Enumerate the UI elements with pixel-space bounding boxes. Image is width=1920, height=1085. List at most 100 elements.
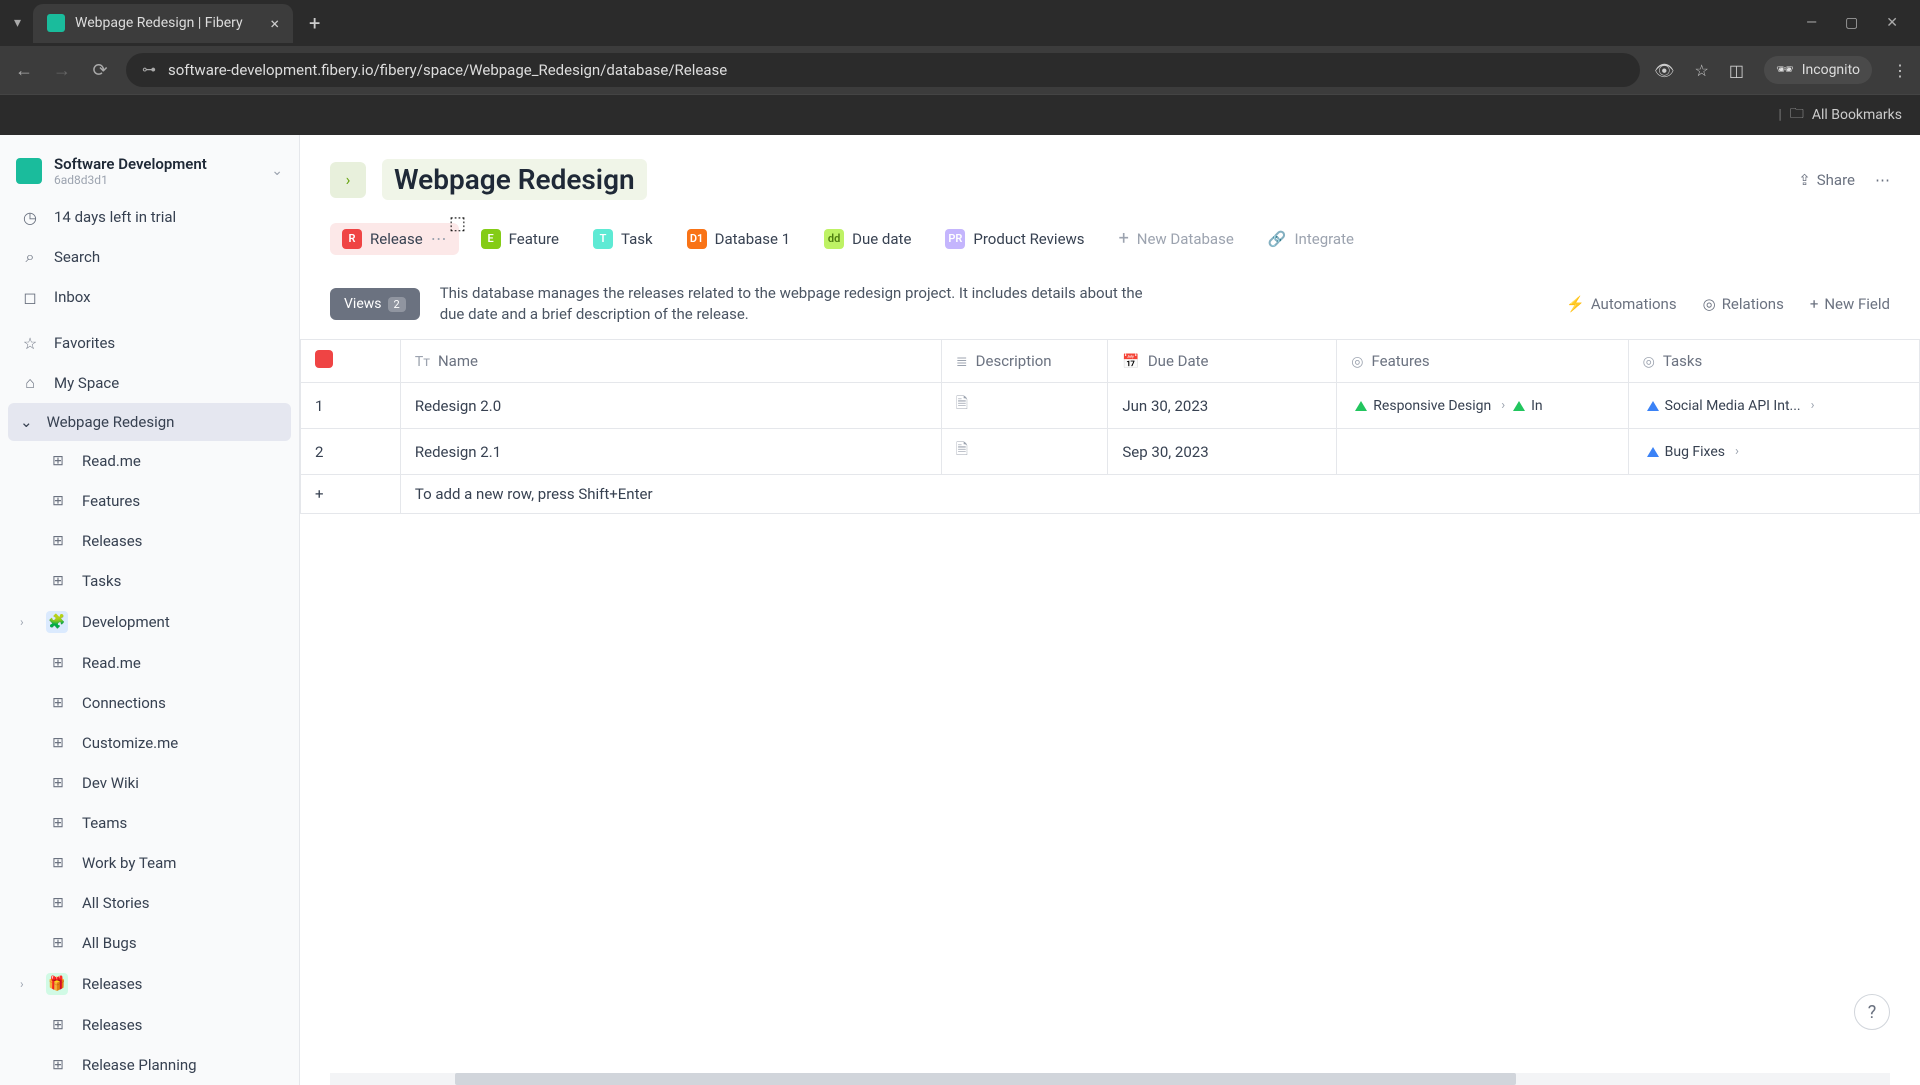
sidebar-item[interactable]: ⊞Read.me bbox=[0, 643, 299, 683]
integrate-button[interactable]: 🔗Integrate bbox=[1256, 224, 1366, 254]
task-tag[interactable]: Bug Fixes› bbox=[1643, 442, 1743, 462]
col-tasks-header[interactable]: ◎Tasks bbox=[1628, 340, 1919, 383]
table-row[interactable]: 1Redesign 2.0🗎Jun 30, 2023Responsive Des… bbox=[301, 383, 1920, 429]
side-panel-icon[interactable]: ◫ bbox=[1729, 61, 1744, 80]
sidebar-item-my-space[interactable]: ⌂ My Space bbox=[0, 363, 299, 403]
chevron-icon[interactable]: ⌄ bbox=[20, 413, 33, 431]
cell-name[interactable]: Redesign 2.0 bbox=[400, 383, 941, 429]
sidebar-item[interactable]: ⊞Releases bbox=[0, 1005, 299, 1045]
calendar-icon: 📅 bbox=[1122, 354, 1139, 370]
space-label: Development bbox=[82, 613, 170, 631]
db-tab[interactable]: TTask bbox=[581, 223, 665, 255]
col-name-header[interactable]: TтName bbox=[400, 340, 941, 383]
back-button[interactable]: ← bbox=[12, 60, 36, 81]
col-desc-header[interactable]: ≣Description bbox=[941, 340, 1107, 383]
sidebar-item[interactable]: ⊞Read.me bbox=[0, 441, 299, 481]
cell-name[interactable]: Redesign 2.1 bbox=[400, 429, 941, 475]
cell-due[interactable]: Sep 30, 2023 bbox=[1108, 429, 1337, 475]
cell-features[interactable]: Responsive Design›In bbox=[1337, 383, 1628, 429]
add-row-plus[interactable]: + bbox=[301, 475, 401, 514]
sidebar-item[interactable]: ⊞Connections bbox=[0, 683, 299, 723]
sidebar-item-trial[interactable]: ◷ 14 days left in trial bbox=[0, 197, 299, 237]
close-icon[interactable]: × bbox=[270, 14, 279, 33]
site-info-icon[interactable]: ⊶ bbox=[142, 62, 156, 78]
sidebar-item[interactable]: ⊞Teams bbox=[0, 803, 299, 843]
sidebar-item[interactable]: ⊞Customize.me bbox=[0, 723, 299, 763]
cell-tasks[interactable]: Social Media API Int...› bbox=[1628, 383, 1919, 429]
sidebar-item-favorites[interactable]: ☆ Favorites bbox=[0, 323, 299, 363]
url-text: software-development.fibery.io/fibery/sp… bbox=[168, 61, 727, 79]
incognito-badge[interactable]: 🕶 Incognito bbox=[1764, 56, 1872, 84]
sidebar-item[interactable]: ⊞Dev Wiki bbox=[0, 763, 299, 803]
db-tab[interactable]: PRProduct Reviews bbox=[933, 223, 1096, 255]
incognito-label: Incognito bbox=[1802, 62, 1860, 78]
new-field-button[interactable]: + New Field bbox=[1810, 295, 1890, 313]
sidebar-item-inbox[interactable]: ◻ Inbox bbox=[0, 277, 299, 317]
minimize-icon[interactable]: — bbox=[1806, 15, 1817, 31]
sidebar-item[interactable]: ⊞Tasks bbox=[0, 561, 299, 601]
sidebar-item[interactable]: ⊞Releases bbox=[0, 521, 299, 561]
workspace-header[interactable]: Software Development 6ad8d3d1 ⌄ bbox=[0, 145, 299, 197]
page-title[interactable]: Webpage Redesign bbox=[382, 159, 647, 200]
sidebar-item[interactable]: ⊞Release Planning bbox=[0, 1045, 299, 1085]
tab-dropdown-icon[interactable]: ▾ bbox=[10, 11, 25, 35]
new-database-button[interactable]: +New Database bbox=[1107, 222, 1246, 255]
scrollbar-thumb[interactable] bbox=[455, 1073, 1516, 1085]
reload-button[interactable]: ⟳ bbox=[88, 60, 112, 81]
sidebar-space[interactable]: ⌄Webpage Redesign bbox=[8, 403, 291, 441]
row-index: 2 bbox=[301, 429, 401, 475]
star-icon[interactable]: ☆ bbox=[1694, 61, 1708, 80]
share-button[interactable]: ⇪ Share bbox=[1798, 171, 1855, 189]
all-bookmarks-button[interactable]: All Bookmarks bbox=[1812, 107, 1902, 123]
cell-description[interactable]: 🗎 bbox=[941, 383, 1107, 429]
db-tab[interactable]: ddDue date bbox=[812, 223, 923, 255]
chevron-icon[interactable]: › bbox=[20, 615, 32, 629]
chevron-right-icon[interactable]: › bbox=[1735, 444, 1739, 459]
cell-features[interactable] bbox=[1337, 429, 1628, 475]
maximize-icon[interactable]: ▢ bbox=[1845, 15, 1858, 31]
sidebar-item-search[interactable]: ⌕ Search bbox=[0, 237, 299, 277]
db-tab[interactable]: RRelease⋯ bbox=[330, 223, 459, 255]
col-features-header[interactable]: ◎Features bbox=[1337, 340, 1628, 383]
views-button[interactable]: Views 2 bbox=[330, 288, 420, 320]
db-tab-label: Due date bbox=[852, 230, 911, 248]
sidebar-space[interactable]: ›🎁Releases bbox=[0, 963, 299, 1005]
table-row[interactable]: 2Redesign 2.1🗎Sep 30, 2023 Bug Fixes› bbox=[301, 429, 1920, 475]
forward-button[interactable]: → bbox=[50, 60, 74, 81]
grid-icon: ⊞ bbox=[48, 1015, 68, 1035]
more-icon[interactable]: ⋯ bbox=[431, 229, 447, 248]
task-tag[interactable]: Social Media API Int...› bbox=[1643, 396, 1819, 416]
horizontal-scrollbar[interactable] bbox=[330, 1073, 1890, 1085]
new-tab-button[interactable]: + bbox=[301, 11, 328, 35]
chevron-right-icon[interactable]: › bbox=[1811, 398, 1815, 413]
more-icon[interactable]: ⋯ bbox=[1875, 171, 1890, 189]
chevron-right-icon[interactable]: › bbox=[1501, 398, 1505, 413]
sidebar-space[interactable]: ›🧩Development bbox=[0, 601, 299, 643]
menu-icon[interactable]: ⋮ bbox=[1892, 61, 1908, 80]
browser-tab[interactable]: Webpage Redesign | Fibery × bbox=[33, 4, 293, 43]
sidebar-item[interactable]: ⊞All Stories bbox=[0, 883, 299, 923]
close-window-icon[interactable]: ✕ bbox=[1886, 15, 1898, 31]
col-due-header[interactable]: 📅Due Date bbox=[1108, 340, 1337, 383]
cell-description[interactable]: 🗎 bbox=[941, 429, 1107, 475]
cell-tasks[interactable]: Bug Fixes› bbox=[1628, 429, 1919, 475]
sidebar-item-label: My Space bbox=[54, 374, 119, 392]
url-field[interactable]: ⊶ software-development.fibery.io/fibery/… bbox=[126, 53, 1640, 87]
sidebar-item[interactable]: ⊞Work by Team bbox=[0, 843, 299, 883]
help-button[interactable]: ? bbox=[1854, 994, 1890, 1030]
sidebar-item[interactable]: ⊞Features bbox=[0, 481, 299, 521]
star-icon: ☆ bbox=[20, 333, 40, 353]
cell-due[interactable]: Jun 30, 2023 bbox=[1108, 383, 1337, 429]
db-tab[interactable]: D1Database 1 bbox=[675, 223, 803, 255]
expand-space-button[interactable]: › bbox=[330, 162, 366, 198]
relations-button[interactable]: ◎ Relations bbox=[1703, 295, 1784, 313]
sidebar-item[interactable]: ⊞All Bugs bbox=[0, 923, 299, 963]
db-tab[interactable]: EFeature bbox=[469, 223, 571, 255]
eye-off-icon[interactable]: 👁 bbox=[1654, 61, 1674, 80]
chevron-icon[interactable]: › bbox=[20, 977, 32, 991]
automations-button[interactable]: ⚡ Automations bbox=[1566, 295, 1676, 313]
feature-tag[interactable]: In bbox=[1509, 396, 1547, 416]
chevron-down-icon[interactable]: ⌄ bbox=[271, 163, 283, 179]
feature-tag[interactable]: Responsive Design› bbox=[1351, 396, 1509, 416]
add-row[interactable]: +To add a new row, press Shift+Enter bbox=[301, 475, 1920, 514]
